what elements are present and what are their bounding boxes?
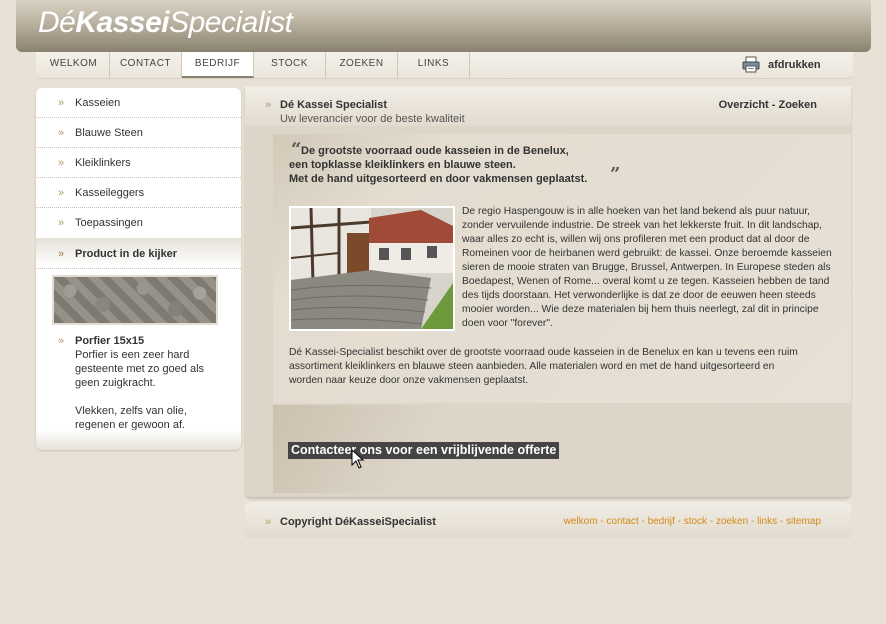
footer-separator: - <box>707 516 716 527</box>
page-subtitle: Uw leverancier voor de beste kwaliteit <box>280 113 465 125</box>
double-chevron-icon: » <box>58 335 65 347</box>
product-info: » Porfier 15x15 Porfier is een zeer hard… <box>58 334 225 432</box>
quote-close-mark: ” <box>610 164 621 185</box>
product-name[interactable]: Porfier 15x15 <box>75 334 225 348</box>
footer-link-links[interactable]: links <box>757 516 777 527</box>
sidebar: » Kasseien » Blauwe Steen » Kleiklinkers… <box>36 88 241 450</box>
footer-link-zoeken[interactable]: zoeken <box>716 516 748 527</box>
copyright: Copyright DéKasseiSpecialist <box>280 516 436 528</box>
logo-part-1: Dé <box>38 6 76 39</box>
mouse-cursor-icon <box>351 449 365 469</box>
double-chevron-icon: » <box>58 157 65 169</box>
printer-icon <box>742 56 760 73</box>
site-logo[interactable]: DéKasseiSpecialist <box>38 6 293 40</box>
nav-tab-zoeken[interactable]: ZOEKEN <box>326 52 398 78</box>
footer-link-sitemap[interactable]: sitemap <box>786 516 821 527</box>
nav-tabs: WELKOM CONTACT BEDRIJF STOCK ZOEKEN LINK… <box>38 52 470 78</box>
nav-tab-welkom[interactable]: WELKOM <box>38 52 110 78</box>
nav-tab-bedrijf[interactable]: BEDRIJF <box>182 52 254 78</box>
double-chevron-icon: » <box>58 127 65 139</box>
product-spotlight-label: Product in de kijker <box>75 248 178 260</box>
product-description-1: Porfier is een zeer hard gesteente met z… <box>75 349 205 389</box>
double-chevron-icon: » <box>58 97 65 109</box>
product-image[interactable] <box>52 275 218 325</box>
footer-link-stock[interactable]: stock <box>684 516 707 527</box>
sidebar-item-label: Blauwe Steen <box>75 127 143 139</box>
footer-link-contact[interactable]: contact <box>606 516 638 527</box>
contact-quote-button[interactable]: Contacteer ons voor een vrijblijvende of… <box>288 442 560 459</box>
double-chevron-icon: » <box>58 187 65 199</box>
nav-tab-links[interactable]: LINKS <box>398 52 470 78</box>
main-nav: WELKOM CONTACT BEDRIJF STOCK ZOEKEN LINK… <box>36 52 853 79</box>
main-content: » Dé Kassei Specialist Uw leverancier vo… <box>245 86 851 497</box>
footer-separator: - <box>674 516 684 527</box>
sidebar-footer <box>36 430 241 450</box>
footer-separator: - <box>777 516 786 527</box>
double-chevron-icon: » <box>58 248 65 260</box>
double-chevron-icon: » <box>265 99 272 111</box>
product-description-2: Vlekken, zelfs van olie, regenen er gewo… <box>75 405 187 431</box>
intro-paragraph: De regio Haspengouw is in alle hoeken va… <box>462 206 832 329</box>
sidebar-item-label: Kleiklinkers <box>75 157 131 169</box>
double-chevron-icon: » <box>265 516 272 528</box>
footer-link-welkom[interactable]: welkom <box>564 516 598 527</box>
sidebar-item-blauwe-steen[interactable]: » Blauwe Steen <box>36 118 241 148</box>
site-footer: » Copyright DéKasseiSpecialist welkom - … <box>245 502 851 538</box>
street-photo-illustration <box>291 208 453 329</box>
logo-part-2: Kassei <box>75 6 170 39</box>
sidebar-item-label: Kasseileggers <box>75 187 145 199</box>
logo-part-3: Specialist <box>169 6 293 39</box>
site-header: DéKasseiSpecialist <box>16 0 871 52</box>
overview-search-links[interactable]: Overzicht - Zoeken <box>719 99 817 111</box>
quote-line-3: Met de hand uitgesorteerd en door vakmen… <box>289 173 588 185</box>
quote-line-1: De grootste voorraad oude kasseien in de… <box>301 145 569 157</box>
nav-tab-stock[interactable]: STOCK <box>254 52 326 78</box>
sidebar-item-kasseien[interactable]: » Kasseien <box>36 88 241 118</box>
sidebar-item-kleiklinkers[interactable]: » Kleiklinkers <box>36 148 241 178</box>
sidebar-item-label: Toepassingen <box>75 217 143 229</box>
nav-tab-contact[interactable]: CONTACT <box>110 52 182 78</box>
double-chevron-icon: » <box>58 217 65 229</box>
footer-link-bedrijf[interactable]: bedrijf <box>648 516 675 527</box>
product-spotlight-title: » Product in de kijker <box>36 240 241 269</box>
sidebar-item-toepassingen[interactable]: » Toepassingen <box>36 208 241 238</box>
print-button[interactable]: afdrukken <box>742 56 821 73</box>
print-label: afdrukken <box>768 58 821 71</box>
footer-separator: - <box>638 516 648 527</box>
intro-quote: De grootste voorraad oude kasseien in de… <box>289 144 629 186</box>
company-paragraph: Dé Kassei-Specialist beschikt over de gr… <box>289 347 798 386</box>
footer-links: welkom - contact - bedrijf - stock - zoe… <box>564 516 821 527</box>
page-title: Dé Kassei Specialist <box>280 99 388 111</box>
footer-separator: - <box>748 516 758 527</box>
street-photo <box>289 206 455 331</box>
sidebar-item-label: Kasseien <box>75 97 121 109</box>
content-header: » Dé Kassei Specialist Uw leverancier vo… <box>245 86 851 126</box>
quote-line-2: een topklasse kleiklinkers en blauwe ste… <box>289 159 516 171</box>
sidebar-item-kasseileggers[interactable]: » Kasseileggers <box>36 178 241 208</box>
